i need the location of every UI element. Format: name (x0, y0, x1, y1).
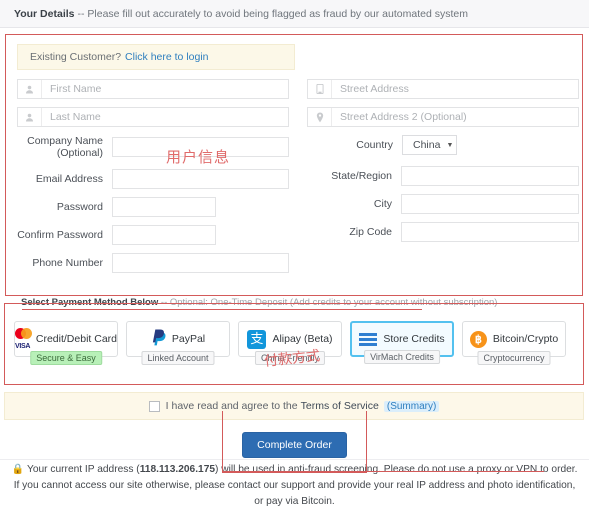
state-region-row: State/Region (307, 166, 579, 186)
payment-method-label: PayPal (172, 333, 205, 345)
payment-method-section: Select Payment Method Below -- Optional:… (4, 303, 584, 385)
login-link[interactable]: Click here to login (125, 51, 208, 63)
email-label: Email Address (17, 173, 112, 185)
payment-method-badge: Linked Account (141, 351, 214, 365)
state-region-input[interactable] (401, 166, 579, 186)
terms-of-service-link[interactable]: Terms of Service (301, 400, 379, 412)
checkout-page: Your Details -- Please fill out accurate… (0, 0, 589, 500)
confirm-password-row: Confirm Password (17, 225, 289, 245)
city-row: City (307, 194, 579, 214)
city-label: City (307, 198, 401, 210)
country-row: Country China ▼ (307, 135, 579, 155)
footer-divider (0, 459, 589, 460)
fraud-notice: 🔒Your current IP address (118.113.206.17… (0, 462, 589, 510)
payment-method-alipay[interactable]: 支 Alipay (Beta) China Friendly (238, 321, 342, 357)
country-selected-value: China (413, 139, 440, 151)
street-address-field[interactable]: Street Address (307, 79, 579, 99)
paypal-icon (151, 329, 166, 349)
payment-method-store-credits[interactable]: Store Credits VirMach Credits (350, 321, 454, 357)
street-address-2-placeholder: Street Address 2 (Optional) (332, 111, 467, 123)
payment-heading-strong: Select Payment Method Below (21, 297, 158, 308)
first-name-field[interactable]: First Name (17, 79, 289, 99)
phone-row: Phone Number (17, 253, 289, 273)
lock-icon: 🔒 (12, 464, 24, 475)
payment-method-badge: Secure & Easy (30, 351, 102, 365)
payment-method-badge: Cryptocurrency (477, 351, 550, 365)
zip-code-label: Zip Code (307, 226, 401, 238)
address-info-column: Street Address Street Address 2 (Optiona… (307, 79, 579, 281)
user-icon (18, 80, 42, 98)
user-icon (18, 108, 42, 126)
page-title: Your Details (14, 8, 75, 20)
country-label: Country (307, 139, 402, 151)
order-button-container: Complete Order (0, 432, 589, 458)
password-label: Password (17, 201, 112, 213)
payment-method-badge: China Friendly (255, 351, 325, 365)
bitcoin-icon: ฿ (470, 331, 487, 348)
payment-method-label: Credit/Debit Card (36, 333, 117, 345)
terms-summary-link[interactable]: (Summary) (384, 401, 439, 412)
company-name-row: Company Name (Optional) (17, 135, 289, 159)
store-credits-icon (359, 331, 377, 347)
payment-method-badge: VirMach Credits (364, 350, 440, 364)
confirm-password-label: Confirm Password (17, 229, 112, 241)
page-subtitle: -- Please fill out accurately to avoid b… (78, 8, 468, 20)
phone-label: Phone Number (17, 257, 112, 269)
your-details-panel: Existing Customer? Click here to login F… (5, 34, 583, 296)
payment-method-paypal[interactable]: PayPal Linked Account (126, 321, 230, 357)
building-icon (308, 80, 332, 98)
payment-method-bitcoin[interactable]: ฿ Bitcoin/Crypto Cryptocurrency (462, 321, 566, 357)
page-header: Your Details -- Please fill out accurate… (0, 0, 589, 28)
payment-method-label: Bitcoin/Crypto (493, 333, 558, 345)
existing-customer-notice: Existing Customer? Click here to login (17, 44, 295, 70)
ip-address: 118.113.206.175 (140, 464, 215, 475)
mastercard-visa-icon: VISA (15, 328, 30, 350)
zip-code-input[interactable] (401, 222, 579, 242)
fraud-notice-line2: access our site otherwise, please contac… (75, 480, 575, 507)
city-input[interactable] (401, 194, 579, 214)
existing-customer-label: Existing Customer? (30, 51, 121, 63)
chevron-down-icon: ▼ (446, 142, 453, 149)
password-row: Password (17, 197, 289, 217)
company-name-label: Company Name (Optional) (17, 135, 112, 159)
confirm-password-input[interactable] (112, 225, 216, 245)
phone-input[interactable] (112, 253, 289, 273)
payment-method-credit-card[interactable]: VISA Credit/Debit Card Secure & Easy (14, 321, 118, 357)
payment-method-label: Alipay (Beta) (272, 333, 332, 345)
payment-heading-muted: -- Optional: One-Time Deposit (Add credi… (161, 297, 498, 308)
terms-text: I have read and agree to the (166, 400, 298, 412)
zip-code-row: Zip Code (307, 222, 579, 242)
payment-section-heading: Select Payment Method Below -- Optional:… (18, 297, 500, 308)
alipay-icon: 支 (247, 330, 266, 349)
email-row: Email Address (17, 169, 289, 189)
map-marker-icon (308, 108, 332, 126)
street-address-placeholder: Street Address (332, 83, 409, 95)
payment-method-list: VISA Credit/Debit Card Secure & Easy Pay… (4, 303, 584, 357)
company-name-input[interactable] (112, 137, 289, 157)
country-select[interactable]: China ▼ (402, 135, 457, 155)
last-name-field[interactable]: Last Name (17, 107, 289, 127)
terms-checkbox[interactable] (149, 401, 160, 412)
fraud-notice-line1-pre: Your current IP address ( (27, 464, 140, 475)
password-input[interactable] (112, 197, 216, 217)
payment-method-label: Store Credits (383, 333, 444, 345)
street-address-2-field[interactable]: Street Address 2 (Optional) (307, 107, 579, 127)
email-input[interactable] (112, 169, 289, 189)
terms-of-service-bar: I have read and agree to the Terms of Se… (4, 392, 584, 420)
first-name-placeholder: First Name (42, 83, 101, 95)
last-name-placeholder: Last Name (42, 111, 101, 123)
personal-info-column: First Name Last Name Company Name (Optio… (17, 79, 289, 281)
complete-order-button[interactable]: Complete Order (242, 432, 347, 458)
state-region-label: State/Region (307, 170, 401, 182)
